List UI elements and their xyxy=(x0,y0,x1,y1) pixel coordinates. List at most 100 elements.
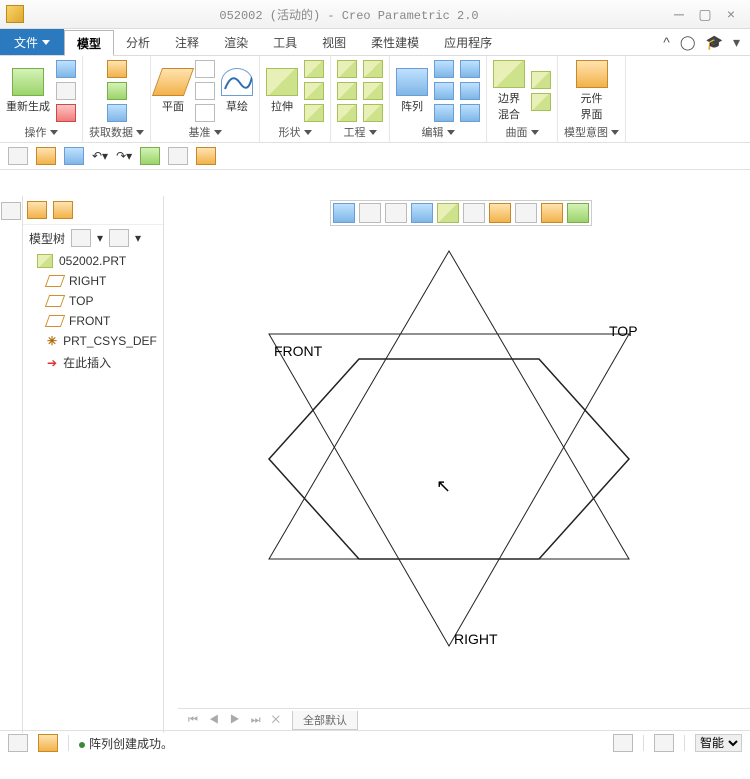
import-icon[interactable] xyxy=(107,60,127,78)
tree-item[interactable]: FRONT xyxy=(43,311,163,331)
perspective-icon[interactable] xyxy=(567,203,589,223)
shell-icon[interactable] xyxy=(363,82,383,100)
mirror-icon[interactable] xyxy=(434,60,454,78)
copy-geom-icon[interactable] xyxy=(107,82,127,100)
browser-toggle-icon[interactable] xyxy=(38,734,58,752)
tree-item[interactable]: ➔在此插入 xyxy=(43,351,163,374)
maximize-button[interactable]: ▢ xyxy=(692,6,718,23)
blend-icon[interactable] xyxy=(304,104,324,122)
favorites-folder-icon[interactable] xyxy=(53,201,73,219)
tab-apps[interactable]: 应用程序 xyxy=(432,29,505,55)
pattern-button[interactable]: 阵列 xyxy=(396,68,428,114)
tree-item-label: FRONT xyxy=(69,314,110,328)
paste-icon[interactable] xyxy=(56,82,76,100)
draft-icon[interactable] xyxy=(363,60,383,78)
trim-icon[interactable] xyxy=(434,82,454,100)
find-icon[interactable] xyxy=(613,734,633,752)
hole-icon[interactable] xyxy=(337,60,357,78)
tree-settings-icon[interactable] xyxy=(71,229,91,247)
close-win-icon[interactable] xyxy=(196,147,216,165)
sweep-icon[interactable] xyxy=(304,82,324,100)
offset-icon[interactable] xyxy=(460,82,480,100)
tab-nav-first-icon[interactable]: ⏮ ◀ ▶ ⏭ ✕ xyxy=(188,714,284,727)
plane-button[interactable]: 平面 xyxy=(157,68,189,114)
sketch-button[interactable]: 草绘 xyxy=(221,68,253,114)
tree-item[interactable]: ✳PRT_CSYS_DEF xyxy=(43,331,163,351)
tab-analysis[interactable]: 分析 xyxy=(114,29,163,55)
zoom-fit-icon[interactable] xyxy=(333,203,355,223)
boundary-blend-button[interactable]: 边界 混合 xyxy=(493,60,525,122)
style-icon[interactable] xyxy=(531,93,551,111)
caret-down-icon[interactable] xyxy=(214,130,222,135)
regen-qat-icon[interactable] xyxy=(140,147,160,165)
caret-down-icon[interactable] xyxy=(531,130,539,135)
caret-down-icon[interactable] xyxy=(136,130,144,135)
selection-filter-icon[interactable] xyxy=(654,734,674,752)
point-icon[interactable] xyxy=(195,82,215,100)
zoom-out-icon[interactable] xyxy=(385,203,407,223)
delete-icon[interactable] xyxy=(56,104,76,122)
tab-model[interactable]: 模型 xyxy=(64,30,114,56)
tree-item[interactable]: TOP xyxy=(43,291,163,311)
merge-icon[interactable] xyxy=(434,104,454,122)
caret-down-icon[interactable] xyxy=(304,130,312,135)
tab-render[interactable]: 渲染 xyxy=(212,29,261,55)
annotation-display-icon[interactable] xyxy=(489,203,511,223)
caret-down-icon[interactable] xyxy=(369,130,377,135)
minimize-button[interactable]: ─ xyxy=(666,6,692,22)
folder-icon[interactable] xyxy=(27,201,47,219)
round-icon[interactable] xyxy=(337,82,357,100)
spin-center-icon[interactable] xyxy=(541,203,563,223)
options-icon[interactable]: ◯ xyxy=(680,34,696,51)
zoom-in-icon[interactable] xyxy=(359,203,381,223)
caret-down-icon[interactable]: ▾ xyxy=(733,34,740,51)
close-button[interactable]: × xyxy=(718,6,744,22)
display-style-icon[interactable] xyxy=(437,203,459,223)
fill-icon[interactable] xyxy=(531,71,551,89)
tab-view[interactable]: 视图 xyxy=(310,29,359,55)
tab-tools[interactable]: 工具 xyxy=(261,29,310,55)
revolve-icon[interactable] xyxy=(304,60,324,78)
caret-down-icon[interactable] xyxy=(50,130,58,135)
redo-icon[interactable]: ↷▾ xyxy=(116,149,132,163)
axis-icon[interactable] xyxy=(195,60,215,78)
shrinkwrap-icon[interactable] xyxy=(107,104,127,122)
chamfer-icon[interactable] xyxy=(337,104,357,122)
tab-annotate[interactable]: 注释 xyxy=(163,29,212,55)
csys-icon: ✳ xyxy=(47,334,57,348)
selection-filter-dropdown[interactable]: 智能 xyxy=(695,734,742,752)
new-icon[interactable] xyxy=(8,147,28,165)
component-ui-button[interactable]: 元件 界面 xyxy=(576,60,608,122)
thicken-icon[interactable] xyxy=(460,104,480,122)
learn-icon[interactable]: 🎓 xyxy=(706,34,723,51)
csys-datum-icon[interactable] xyxy=(195,104,215,122)
file-menu-button[interactable]: 文件 xyxy=(0,29,64,55)
tree-display-icon[interactable] xyxy=(109,229,129,247)
status-bar: 阵列创建成功。 智能 xyxy=(0,730,750,755)
window-qat-icon[interactable] xyxy=(168,147,188,165)
extend-icon[interactable] xyxy=(460,60,480,78)
undo-icon[interactable]: ↶▾ xyxy=(92,149,108,163)
saved-view-icon[interactable] xyxy=(463,203,485,223)
caret-down-icon[interactable] xyxy=(611,130,619,135)
tree-toggle-icon[interactable] xyxy=(8,734,28,752)
regenerate-button[interactable]: 重新生成 xyxy=(6,68,50,114)
tree-root[interactable]: 052002.PRT xyxy=(33,251,163,271)
save-icon[interactable] xyxy=(64,147,84,165)
tree-item[interactable]: RIGHT xyxy=(43,271,163,291)
caret-down-icon[interactable] xyxy=(447,130,455,135)
repaint-icon[interactable] xyxy=(411,203,433,223)
open-icon[interactable] xyxy=(36,147,56,165)
graphics-viewport[interactable]: FRONT TOP RIGHT ↖ xyxy=(164,196,750,733)
collapse-ribbon-icon[interactable]: ^ xyxy=(663,34,670,50)
label-top: TOP xyxy=(609,323,638,339)
caret-down-icon[interactable]: ▾ xyxy=(97,231,103,245)
copy-icon[interactable] xyxy=(56,60,76,78)
extrude-button[interactable]: 拉伸 xyxy=(266,68,298,114)
view-tab-default[interactable]: 全部默认 xyxy=(292,711,358,730)
tab-flex[interactable]: 柔性建模 xyxy=(359,29,432,55)
rib-icon[interactable] xyxy=(363,104,383,122)
caret-down-icon[interactable]: ▾ xyxy=(135,231,141,245)
datum-display-icon[interactable] xyxy=(515,203,537,223)
tree-layout-icon[interactable] xyxy=(1,202,21,220)
